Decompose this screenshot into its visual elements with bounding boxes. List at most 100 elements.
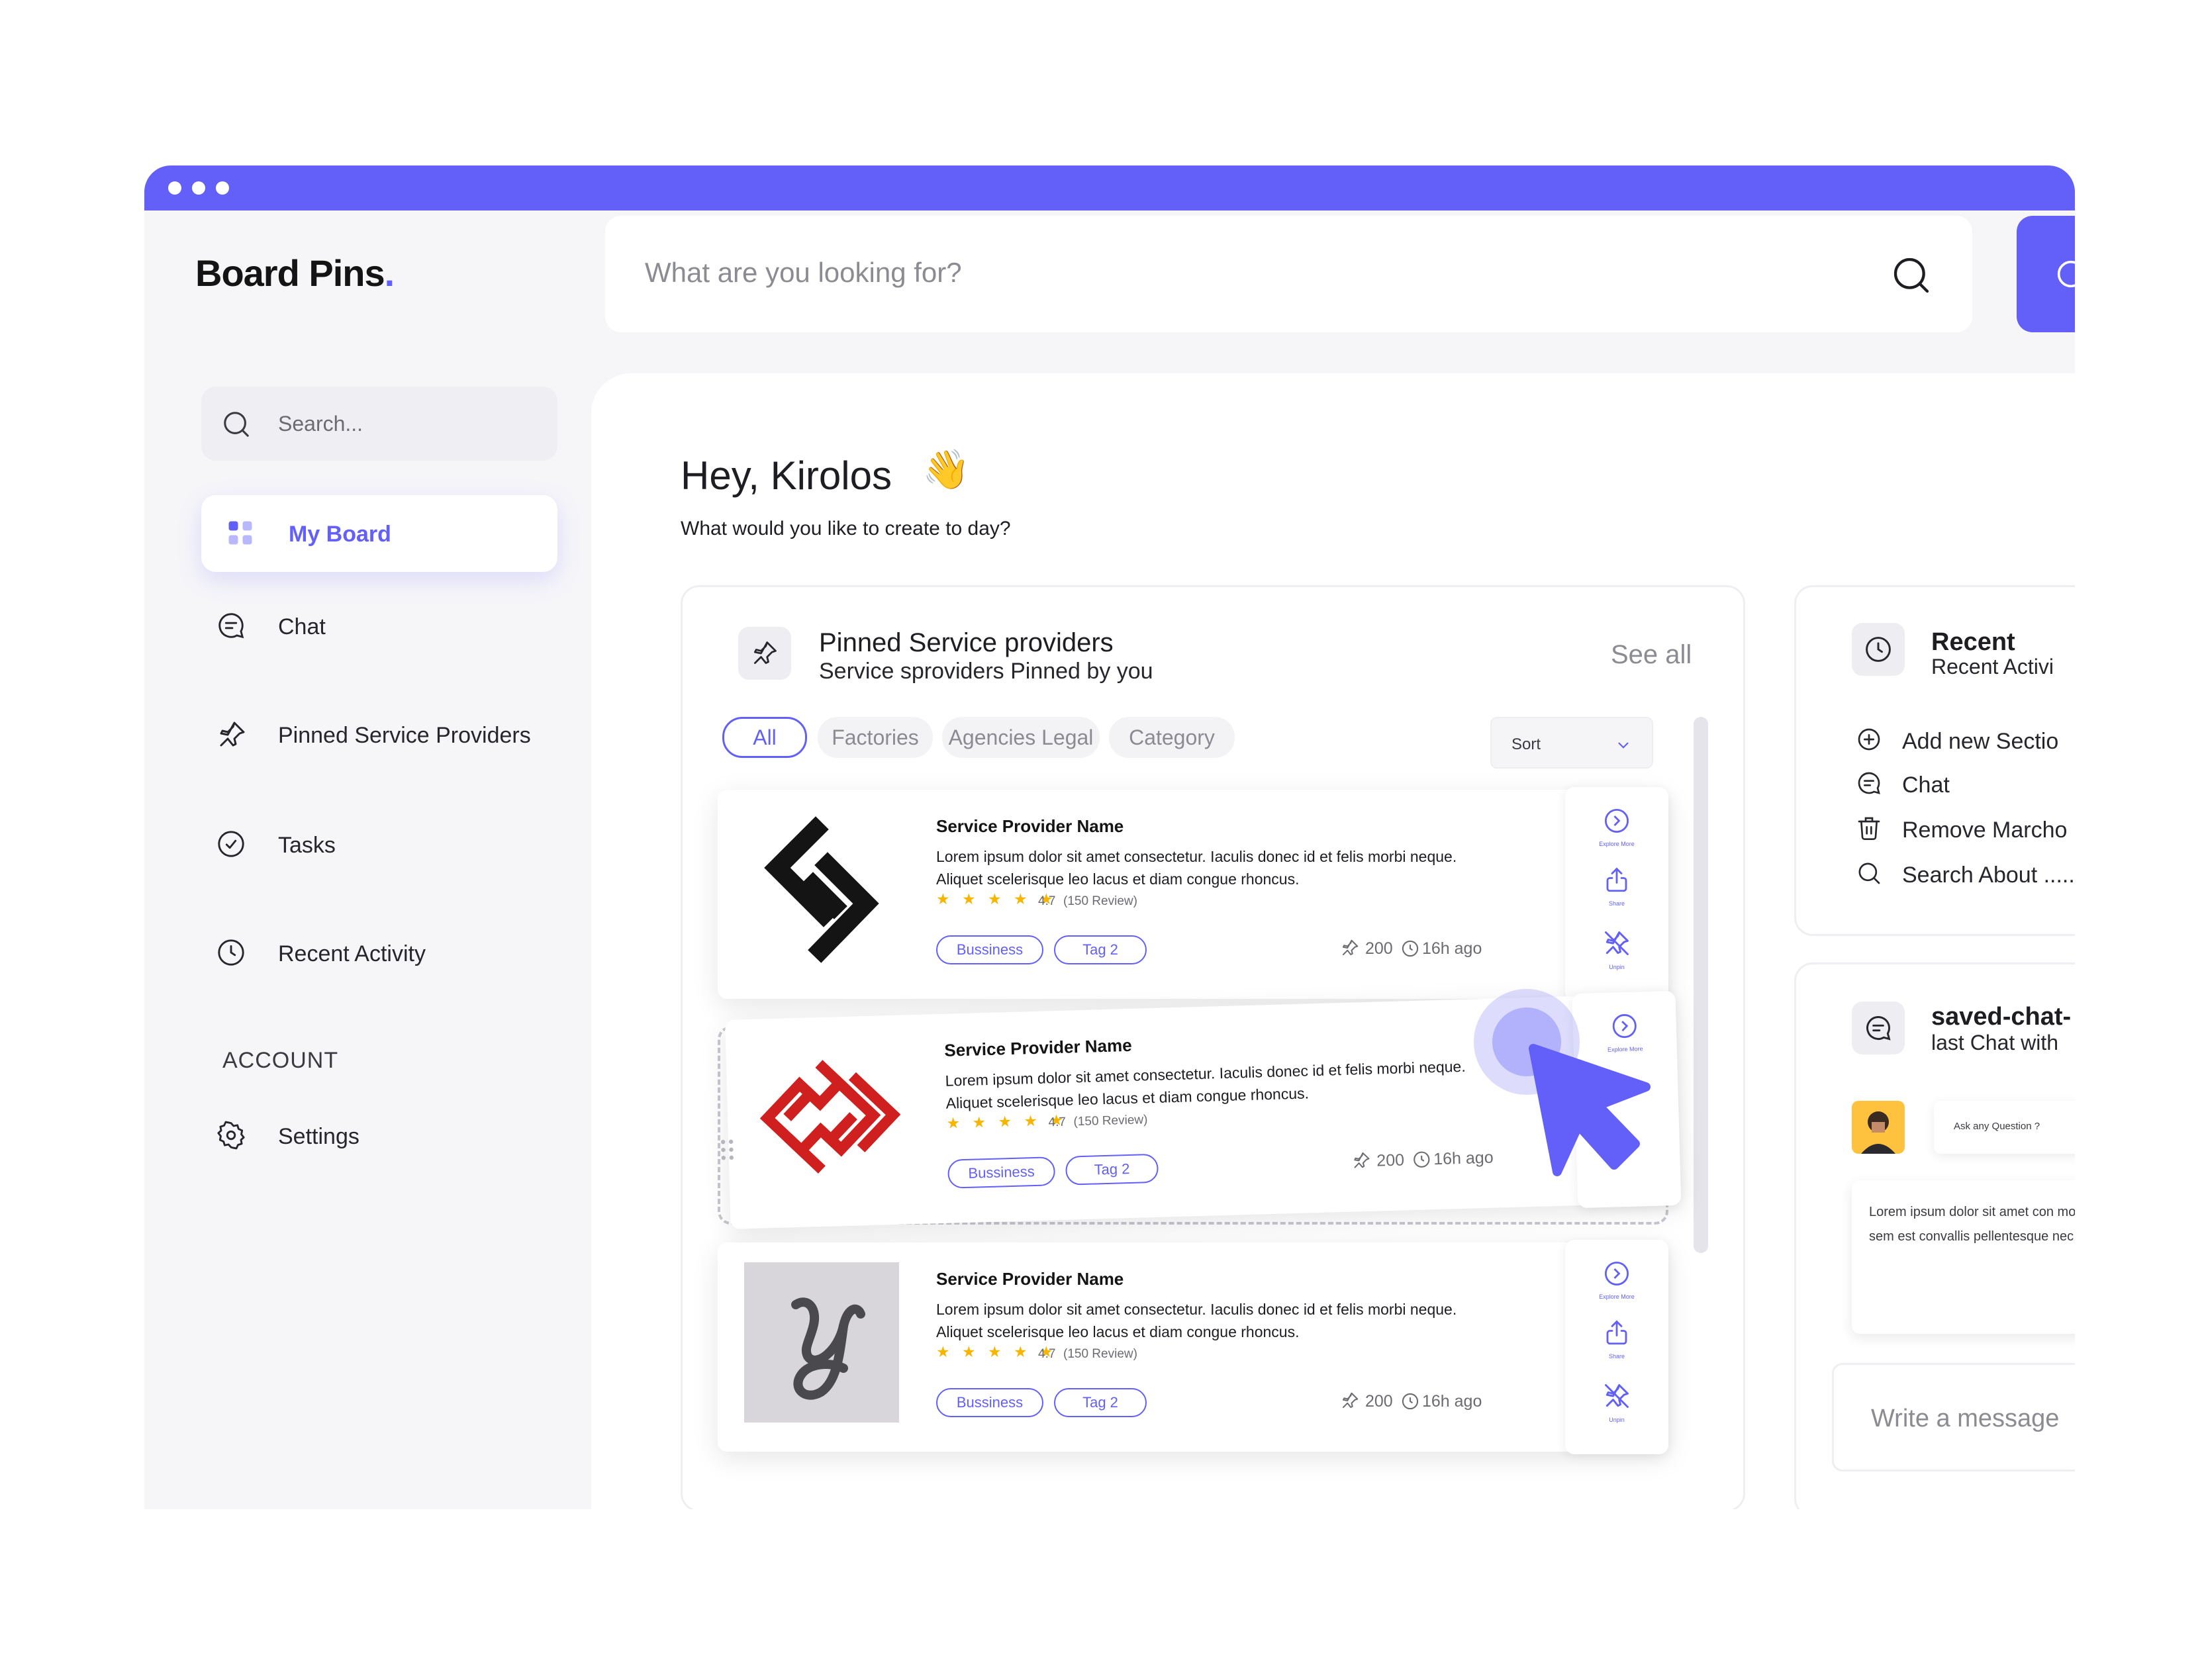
window-dot-close[interactable] (168, 181, 181, 195)
provider-tag[interactable]: Tag 2 (1054, 1388, 1147, 1417)
chevron-down-icon (1618, 742, 1629, 749)
clock-icon (1402, 940, 1419, 957)
action-caption: Unpin (1609, 1417, 1625, 1423)
unpin-button[interactable]: Unpin (1590, 929, 1643, 970)
rating-value: 4.7 (1038, 894, 1056, 908)
provider-tag[interactable]: Bussiness (936, 935, 1043, 964)
share-icon (1606, 1320, 1627, 1345)
app-window: Board Pins. What are you looking for? Se… (144, 165, 2075, 1509)
sidebar-item-settings[interactable]: Settings (201, 1112, 559, 1158)
sidebar-item-pinned-service-providers[interactable]: Pinned Service Providers (201, 711, 559, 757)
provider-logo (751, 1035, 912, 1199)
sidebar-section-label: ACCOUNT (222, 1048, 339, 1073)
window-dot-minimize[interactable] (192, 181, 205, 195)
pin-count-icon (1343, 1392, 1359, 1408)
chat-icon (218, 613, 244, 639)
share-icon (1606, 867, 1627, 892)
window-titlebar (144, 165, 2075, 210)
provider-logo-mark-gray (791, 1297, 865, 1400)
filter-chip-all[interactable]: All (722, 717, 807, 758)
pin-icon (753, 641, 777, 665)
sidebar-item-tasks[interactable]: Tasks (201, 821, 559, 867)
sidebar-item-label: Recent Activity (278, 941, 426, 966)
sidebar-item-label: Pinned Service Providers (278, 723, 531, 748)
window-dot-maximize[interactable] (216, 181, 229, 195)
unpin-button[interactable]: Unpin (1590, 1381, 1643, 1423)
share-button[interactable]: Share (1590, 866, 1643, 907)
sidebar-item-label: Settings (278, 1124, 359, 1149)
sidebar-item-label: Chat (278, 614, 326, 639)
page-subtitle: What would you like to create to day? (681, 518, 1011, 539)
pin-count: 200 (1365, 939, 1393, 958)
clock-icon (1402, 1393, 1419, 1410)
sort-dropdown[interactable]: Sort (1490, 717, 1653, 769)
action-caption: Share (1608, 1353, 1625, 1360)
provider-logo (744, 810, 899, 970)
rating-value: 4.7 (1048, 1115, 1067, 1130)
provider-description: Lorem ipsum dolor sit amet consectetur. … (945, 1057, 1466, 1112)
pinned-time: 16h ago (1422, 939, 1482, 958)
sidebar-item-recent-activity[interactable]: Recent Activity (201, 929, 559, 976)
card-subtitle: Service sproviders Pinned by you (819, 659, 1153, 684)
action-caption: Explore More (1599, 1293, 1635, 1300)
action-caption: Explore More (1599, 841, 1635, 847)
global-search-placeholder: What are you looking for? (645, 257, 962, 288)
provider-tag[interactable]: Bussiness (936, 1388, 1043, 1417)
pin-icon-box (738, 627, 791, 680)
share-button[interactable]: Share (1590, 1319, 1643, 1360)
sidebar-search-placeholder: Search... (278, 412, 363, 436)
filter-chip-category[interactable]: Category (1109, 717, 1235, 758)
clock-icon (218, 939, 244, 966)
review-count: (150 Review) (1073, 1113, 1148, 1129)
row-actions: Explore More Share Unpin (1565, 787, 1668, 1002)
provider-logo-mark-red (759, 1060, 901, 1174)
pin-count: 200 (1376, 1150, 1405, 1170)
provider-tag[interactable]: Tag 2 (1054, 935, 1147, 964)
provider-logo (744, 1262, 899, 1423)
provider-tag[interactable]: Tag 2 (1065, 1153, 1159, 1186)
drag-handle-icon[interactable] (720, 1139, 734, 1166)
filter-chip-factories[interactable]: Factories (818, 717, 933, 758)
message-input-placeholder: Write a message (1871, 1405, 2060, 1432)
search-icon[interactable] (1890, 254, 1933, 297)
page-greeting: Hey, Kirolos (681, 453, 892, 498)
review-count: (150 Review) (1063, 1347, 1137, 1361)
chevron-right-circle-icon (1604, 1261, 1629, 1286)
gear-icon (217, 1121, 245, 1150)
sidebar-item-chat[interactable]: Chat (201, 602, 559, 649)
wave-emoji: 👋 (922, 448, 971, 491)
check-circle-icon (218, 831, 244, 857)
scrollbar[interactable] (1694, 717, 1708, 1253)
card-title: Pinned Service providers (819, 628, 1114, 657)
sort-label: Sort (1511, 735, 1541, 753)
chevron-right-circle-icon (1604, 808, 1629, 833)
plus-icon (2057, 260, 2075, 288)
sidebar-search-input[interactable]: Search... (201, 387, 557, 461)
provider-tag[interactable]: Bussiness (947, 1156, 1056, 1189)
global-search-bar[interactable]: What are you looking for? (605, 216, 1972, 332)
pin-count-icon (1343, 939, 1359, 955)
grid-icon (228, 521, 252, 545)
top-action-button[interactable] (2017, 216, 2075, 332)
main-panel: Hey, Kirolos 👋 What would you like to cr… (591, 373, 2075, 1509)
explore-more-button[interactable]: Explore More (1590, 807, 1643, 847)
provider-name: Service Provider Name (936, 816, 1124, 836)
provider-row[interactable]: Service Provider Name Lorem ipsum dolor … (718, 787, 1668, 1002)
message-input[interactable]: Write a message (1832, 1363, 2075, 1471)
sidebar-item-my-board[interactable]: My Board (201, 495, 557, 572)
app-logo: Board Pins. (195, 252, 395, 294)
provider-row[interactable]: Service Provider Name Lorem ipsum dolor … (718, 1240, 1668, 1454)
explore-more-button[interactable]: Explore More (1590, 1260, 1643, 1300)
search-icon (224, 412, 249, 437)
provider-name: Service Provider Name (936, 1269, 1124, 1289)
see-all-link[interactable]: See all (1611, 640, 1692, 670)
pin-icon (220, 722, 245, 747)
pinned-time: 16h ago (1422, 1392, 1482, 1411)
provider-name: Service Provider Name (943, 1035, 1132, 1060)
unpin-icon (1605, 1384, 1629, 1408)
pin-count: 200 (1365, 1392, 1393, 1411)
action-caption: Unpin (1609, 964, 1625, 970)
provider-logo-mark-black (764, 816, 879, 963)
filter-chip-agencies-legal[interactable]: Agencies Legal (942, 717, 1100, 758)
rating-value: 4.7 (1038, 1347, 1056, 1361)
